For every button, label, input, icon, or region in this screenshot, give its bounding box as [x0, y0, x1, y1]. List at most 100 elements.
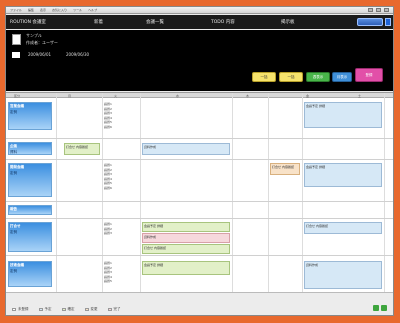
- list-item[interactable]: 議題6: [104, 186, 112, 191]
- row-label-name: 開発会議: [10, 165, 24, 169]
- list-item[interactable]: 議題1: [104, 261, 112, 266]
- bulk-button-2[interactable]: 一括: [279, 72, 303, 82]
- prev-page-button[interactable]: [373, 305, 379, 311]
- list-item[interactable]: 議題3: [104, 231, 112, 236]
- nav-item-list[interactable]: 会議一覧: [146, 19, 164, 25]
- item-list: 議題1 議題2 議題3 議題4 議題5: [104, 261, 112, 284]
- legend-swatch: [61, 308, 66, 311]
- nav-action-button[interactable]: [357, 18, 383, 26]
- row-label-sub: 定例: [10, 171, 17, 175]
- legend-label: 確定: [67, 307, 75, 311]
- column-header-mon: 月: [68, 93, 72, 98]
- row-label-6[interactable]: 技術会議 定例: [8, 261, 52, 287]
- menu-item-favorites[interactable]: お気に入り: [52, 8, 67, 12]
- row-label-3[interactable]: 開発会議 定例: [8, 163, 52, 197]
- menu-item-view[interactable]: 表示: [40, 8, 46, 12]
- menu-item-file[interactable]: ファイル: [10, 8, 22, 12]
- nav-item-todo[interactable]: TODO 内容: [211, 19, 235, 25]
- column-header-thu: 木: [246, 93, 250, 98]
- row-label-name: 打合せ: [10, 224, 21, 228]
- schedule-block[interactable]: 打合せ 内容確認: [64, 143, 100, 155]
- schedule-block[interactable]: 会議予定 詳細: [142, 222, 230, 232]
- legend-label: 未登録: [18, 307, 29, 311]
- status-legend: 未登録 予定 確定 変更 完了: [12, 307, 121, 312]
- row-label-name: 技術会議: [10, 263, 24, 267]
- row-label-sub: 定例: [10, 110, 17, 114]
- list-item[interactable]: 議題3: [104, 270, 112, 275]
- row-label-sub: 定例: [10, 230, 17, 234]
- nav-item-home[interactable]: ROUTION 会議室: [10, 19, 46, 25]
- maximize-button[interactable]: [376, 8, 381, 12]
- close-button[interactable]: [384, 8, 389, 12]
- list-item[interactable]: 議題6: [104, 125, 112, 130]
- page-header: サンプル 作成者：ユーザー 2009/06/01 2009/06/30 一括 一…: [6, 30, 393, 91]
- block-text: 会議予定 詳細: [306, 165, 325, 169]
- nav-small-button[interactable]: [385, 18, 391, 26]
- grid-divider: [140, 93, 141, 293]
- top-navigation: ROUTION 会議室 新着 会議一覧 TODO 内容 掲示板: [6, 15, 393, 29]
- calendar-icon: [12, 52, 20, 58]
- bulk-button-1[interactable]: 一括: [252, 72, 276, 82]
- row-label-1[interactable]: 営業会議 定例: [8, 102, 52, 130]
- nav-item-new[interactable]: 新着: [94, 19, 103, 25]
- header-subtitle: 作成者：ユーザー: [26, 40, 58, 45]
- grid-divider: [102, 93, 103, 293]
- list-item[interactable]: 議題1: [104, 163, 112, 168]
- list-item[interactable]: 議題3: [104, 111, 112, 116]
- next-page-button[interactable]: [381, 305, 387, 311]
- month-view-button[interactable]: 月表示: [332, 72, 352, 82]
- list-item[interactable]: 議題1: [104, 102, 112, 107]
- browser-titlebar: ファイル 編集 表示 お気に入り ツール ヘルプ: [6, 7, 393, 14]
- block-text: 会議予定 詳細: [144, 263, 163, 267]
- schedule-grid: 区分 月 火 水 木 金 土 営業会議 定例 企画 資料 開発会議 定例 報告 …: [6, 92, 393, 293]
- list-item[interactable]: 議題5: [104, 120, 112, 125]
- schedule-block[interactable]: 打合せ 内容確認: [270, 163, 300, 175]
- column-header-tue: 火: [114, 93, 118, 98]
- menu-bar: ファイル 編集 表示 お気に入り ツール ヘルプ: [10, 8, 97, 12]
- register-button[interactable]: 登録: [355, 68, 383, 82]
- list-item[interactable]: 議題5: [104, 181, 112, 186]
- list-item[interactable]: 議題1: [104, 222, 112, 227]
- column-header-category: 区分: [14, 93, 21, 98]
- grid-divider: [56, 93, 57, 293]
- row-label-2[interactable]: 企画 資料: [8, 142, 52, 155]
- nav-item-board[interactable]: 掲示板: [281, 19, 295, 25]
- schedule-block[interactable]: 打合せ 内容確認: [304, 222, 382, 234]
- block-text: 打合せ 内容確認: [66, 145, 88, 149]
- grid-row-divider: [6, 159, 393, 160]
- schedule-block[interactable]: 会議予定 詳細: [142, 261, 230, 275]
- minimize-button[interactable]: [368, 8, 373, 12]
- row-label-name: 報告: [10, 207, 17, 211]
- block-text: 資料作成: [306, 263, 319, 267]
- grid-divider: [384, 93, 385, 293]
- block-text: 会議予定 詳細: [144, 224, 163, 228]
- list-item[interactable]: 議題3: [104, 172, 112, 177]
- block-text: 資料作成: [144, 145, 157, 149]
- week-view-button[interactable]: 週表示: [306, 72, 330, 82]
- schedule-block[interactable]: 資料作成: [304, 261, 382, 289]
- grid-row-divider: [6, 218, 393, 219]
- block-text: 会議予定 詳細: [306, 104, 325, 108]
- grid-divider: [302, 93, 303, 293]
- schedule-block[interactable]: 会議予定 詳細: [304, 163, 382, 187]
- menu-item-help[interactable]: ヘルプ: [88, 8, 97, 12]
- legend-item: 未登録: [12, 307, 29, 312]
- grid-row-divider: [6, 138, 393, 139]
- menu-item-tools[interactable]: ツール: [73, 8, 82, 12]
- legend-swatch: [84, 308, 89, 311]
- column-header-wed: 水: [176, 93, 180, 98]
- schedule-block[interactable]: 資料作成: [142, 143, 230, 155]
- schedule-block[interactable]: 会議予定 詳細: [304, 102, 382, 128]
- list-item[interactable]: 議題5: [104, 279, 112, 284]
- schedule-block[interactable]: 資料作成: [142, 233, 230, 243]
- legend-item: 確定: [61, 307, 75, 312]
- row-label-4[interactable]: 報告: [8, 205, 52, 215]
- row-label-5[interactable]: 打合せ 定例: [8, 222, 52, 252]
- legend-swatch: [107, 308, 112, 311]
- document-icon: [12, 34, 21, 45]
- footer-bar: 未登録 予定 確定 変更 完了: [6, 292, 393, 315]
- menu-item-edit[interactable]: 編集: [28, 8, 34, 12]
- legend-swatch: [12, 308, 16, 311]
- schedule-block[interactable]: 打合せ 内容確認: [142, 244, 230, 254]
- app-window: ファイル 編集 表示 お気に入り ツール ヘルプ ROUTION 会議室 新着 …: [5, 6, 394, 316]
